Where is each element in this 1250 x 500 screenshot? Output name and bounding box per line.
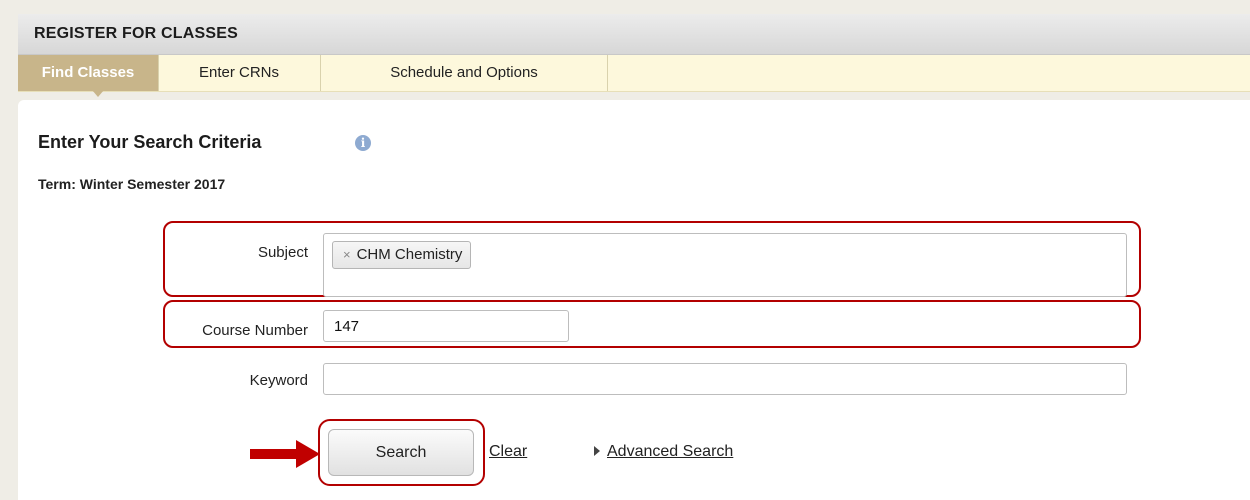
- subject-label: Subject: [257, 244, 308, 261]
- expand-triangle-icon[interactable]: [594, 446, 600, 456]
- red-arrow-icon: [250, 440, 320, 468]
- search-button[interactable]: Search: [328, 429, 474, 476]
- tab-bar: Find Classes Enter CRNs Schedule and Opt…: [18, 55, 1250, 92]
- keyword-field[interactable]: [323, 363, 1127, 395]
- tab-find-classes[interactable]: Find Classes: [18, 55, 159, 91]
- page-header-title: REGISTER FOR CLASSES: [34, 25, 239, 42]
- advanced-search-link[interactable]: Advanced Search: [607, 443, 733, 461]
- info-icon[interactable]: i: [355, 135, 371, 151]
- remove-chip-icon[interactable]: ×: [343, 247, 351, 262]
- keyword-label: Keyword: [249, 372, 308, 389]
- search-button-highlight: Search: [318, 419, 485, 486]
- course-number-row-highlight: [163, 300, 1141, 348]
- header-bar: REGISTER FOR CLASSES: [18, 14, 1250, 55]
- subject-input[interactable]: × CHM Chemistry: [323, 233, 1127, 297]
- course-number-field[interactable]: [323, 310, 569, 342]
- search-panel: Enter Your Search Criteria i Term: Winte…: [18, 100, 1250, 500]
- tab-enter-crns[interactable]: Enter CRNs: [158, 55, 321, 91]
- active-tab-pointer-icon: [92, 90, 104, 97]
- register-page: REGISTER FOR CLASSES Find Classes Enter …: [0, 0, 1250, 500]
- tab-schedule-and-options[interactable]: Schedule and Options: [321, 55, 608, 91]
- course-number-label: Course Number: [202, 322, 308, 339]
- subject-chip: × CHM Chemistry: [332, 241, 472, 269]
- clear-link[interactable]: Clear: [489, 443, 527, 461]
- term-label: Term: Winter Semester 2017: [38, 176, 226, 192]
- search-criteria-heading: Enter Your Search Criteria: [38, 132, 262, 152]
- subject-chip-label: CHM Chemistry: [356, 246, 463, 263]
